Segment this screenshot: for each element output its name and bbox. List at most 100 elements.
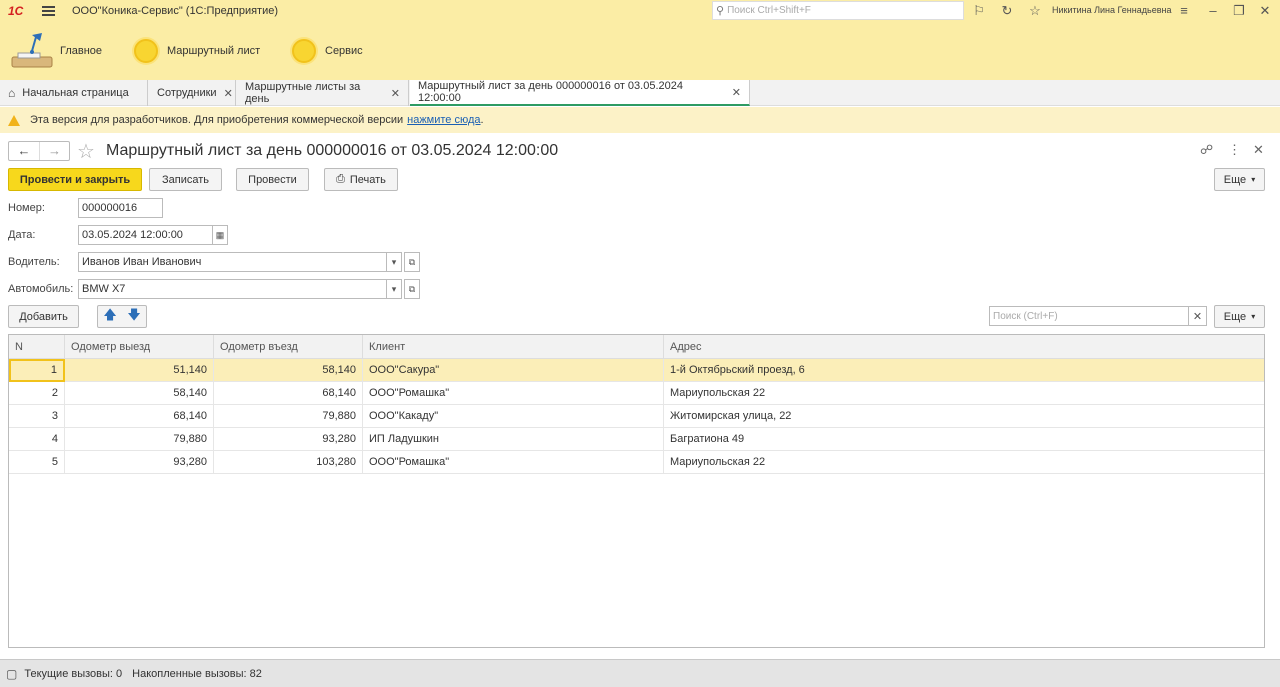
title-bar: 1С ООО"Коника-Сервис" (1С:Предприятие) ⚲… (0, 0, 1280, 22)
cell-n[interactable]: 4 (9, 428, 65, 451)
tab-bar: ⌂ Начальная страница Сотрудники ✕ Маршру… (0, 80, 1280, 106)
arrow-up-icon[interactable]: 🡅 (103, 306, 116, 328)
more-actions-icon[interactable]: ⋮ (1228, 142, 1241, 158)
column-header-odometer-in[interactable]: Одометр въезд (214, 335, 363, 359)
restore-icon[interactable]: ❐ (1231, 3, 1247, 19)
cell-odometer-out[interactable]: 79,880 (65, 428, 214, 451)
print-label: Печать (349, 173, 386, 186)
developer-warning: Эта версия для разработчиков. Для приобр… (0, 107, 1280, 133)
open-icon[interactable]: ⧉ (404, 279, 420, 299)
global-search-input[interactable]: ⚲ Поиск Ctrl+Shift+F (712, 1, 964, 20)
close-icon[interactable]: ✕ (224, 87, 233, 100)
warning-text: Эта версия для разработчиков. Для приобр… (30, 114, 404, 126)
section-route-sheet[interactable]: Маршрутный лист (134, 22, 260, 80)
close-form-icon[interactable]: ✕ (1253, 142, 1264, 158)
clear-search-icon[interactable]: ✕ (1188, 306, 1207, 326)
post-and-close-button[interactable]: Провести и закрыть (8, 168, 142, 191)
date-label: Дата: (8, 229, 36, 241)
chevron-down-icon[interactable]: ▾ (386, 279, 402, 299)
tab-home[interactable]: ⌂ Начальная страница (0, 80, 148, 106)
column-header-address[interactable]: Адрес (664, 335, 1264, 359)
post-button[interactable]: Провести (236, 168, 309, 191)
user-name[interactable]: Никитина Лина Геннадьевна (1052, 5, 1171, 15)
cell-address[interactable]: 1-й Октябрьский проезд, 6 (664, 359, 1264, 382)
home-icon: ⌂ (8, 86, 16, 100)
cell-odometer-in[interactable]: 103,280 (214, 451, 363, 474)
section-service[interactable]: Сервис (292, 22, 363, 80)
accumulated-calls: Накопленные вызовы: 82 (132, 667, 262, 680)
add-row-button[interactable]: Добавить (8, 305, 79, 328)
tab-route-sheets[interactable]: Маршрутные листы за день ✕ (237, 80, 409, 106)
save-button[interactable]: Записать (149, 168, 222, 191)
column-header-client[interactable]: Клиент (363, 335, 664, 359)
close-icon[interactable]: ✕ (1257, 3, 1273, 19)
warning-icon (8, 114, 20, 126)
cell-odometer-out[interactable]: 58,140 (65, 382, 214, 405)
cell-client[interactable]: ООО"Ромашка" (363, 382, 664, 405)
calendar-icon[interactable]: ▦ (212, 225, 228, 245)
monitor-icon[interactable]: ▢ (6, 667, 17, 681)
chevron-down-icon: ▾ (1251, 175, 1256, 184)
menu-icon[interactable] (42, 6, 56, 16)
cell-address[interactable]: Мариупольская 22 (664, 451, 1264, 474)
cell-odometer-in[interactable]: 68,140 (214, 382, 363, 405)
history-icon[interactable]: ↻ (999, 3, 1015, 19)
cell-odometer-in[interactable]: 79,880 (214, 405, 363, 428)
cell-client[interactable]: ООО"Сакура" (363, 359, 664, 382)
cell-address[interactable]: Житомирская улица, 22 (664, 405, 1264, 428)
back-icon[interactable]: ← (9, 142, 39, 160)
cell-odometer-in[interactable]: 93,280 (214, 428, 363, 451)
cell-client[interactable]: ООО"Какаду" (363, 405, 664, 428)
cell-n[interactable]: 2 (9, 382, 65, 405)
warning-tail: . (480, 114, 484, 126)
tab-route-sheet-doc[interactable]: Маршрутный лист за день 000000016 от 03.… (410, 80, 750, 106)
more-button[interactable]: Еще ▾ (1214, 168, 1265, 191)
route-table[interactable]: N Одометр выезд Одометр въезд Клиент Адр… (8, 334, 1265, 648)
tab-route-sheets-label: Маршрутные листы за день (245, 81, 361, 105)
car-field[interactable]: BMW X7 (78, 279, 387, 299)
print-button[interactable]: ⎙ Печать (324, 168, 398, 191)
table-row[interactable]: 3 68,140 79,880 ООО"Какаду" Житомирская … (9, 405, 1264, 428)
driver-field[interactable]: Иванов Иван Иванович (78, 252, 387, 272)
table-row[interactable]: 1 51,140 58,140 ООО"Сакура" 1-й Октябрьс… (9, 359, 1264, 382)
table-search-input[interactable]: Поиск (Ctrl+F) (989, 306, 1189, 326)
desk-lamp-icon (10, 29, 54, 73)
cell-odometer-out[interactable]: 93,280 (65, 451, 214, 474)
column-header-odometer-out[interactable]: Одометр выезд (65, 335, 214, 359)
table-row[interactable]: 5 93,280 103,280 ООО"Ромашка" Мариупольс… (9, 451, 1264, 474)
date-field[interactable]: 03.05.2024 12:00:00 (78, 225, 213, 245)
tab-home-label: Начальная страница (22, 87, 129, 99)
chevron-down-icon[interactable]: ▾ (386, 252, 402, 272)
close-icon[interactable]: ✕ (391, 87, 400, 100)
cell-odometer-out[interactable]: 51,140 (65, 359, 214, 382)
more-label: Еще (1223, 173, 1247, 186)
tab-employees[interactable]: Сотрудники ✕ (149, 80, 236, 106)
cell-address[interactable]: Мариупольская 22 (664, 382, 1264, 405)
minimize-icon[interactable]: – (1205, 3, 1221, 19)
settings-menu-icon[interactable]: ≡ (1176, 3, 1192, 19)
cell-n[interactable]: 3 (9, 405, 65, 428)
forward-icon[interactable]: → (39, 142, 69, 160)
cell-address[interactable]: Багратиона 49 (664, 428, 1264, 451)
table-row[interactable]: 4 79,880 93,280 ИП Ладушкин Багратиона 4… (9, 428, 1264, 451)
table-more-button[interactable]: Еще ▾ (1214, 305, 1265, 328)
number-field[interactable]: 000000016 (78, 198, 163, 218)
table-row[interactable]: 2 58,140 68,140 ООО"Ромашка" Мариупольск… (9, 382, 1264, 405)
cell-n[interactable]: 5 (9, 451, 65, 474)
cell-client[interactable]: ИП Ладушкин (363, 428, 664, 451)
arrow-down-icon[interactable]: 🡇 (127, 306, 140, 328)
section-main[interactable]: Главное (10, 22, 102, 80)
app-logo[interactable]: 1С (8, 4, 36, 18)
purchase-link[interactable]: нажмите сюда (407, 114, 480, 126)
bell-icon[interactable]: ⚐ (971, 3, 987, 19)
cell-client[interactable]: ООО"Ромашка" (363, 451, 664, 474)
cell-odometer-in[interactable]: 58,140 (214, 359, 363, 382)
column-header-n[interactable]: N (9, 335, 65, 359)
open-icon[interactable]: ⧉ (404, 252, 420, 272)
favorite-star-icon[interactable]: ☆ (77, 139, 95, 164)
favorites-star-icon[interactable]: ☆ (1027, 3, 1043, 19)
cell-n[interactable]: 1 (9, 359, 65, 382)
close-icon[interactable]: ✕ (732, 86, 741, 99)
cell-odometer-out[interactable]: 68,140 (65, 405, 214, 428)
link-icon[interactable]: ☍ (1200, 142, 1213, 158)
